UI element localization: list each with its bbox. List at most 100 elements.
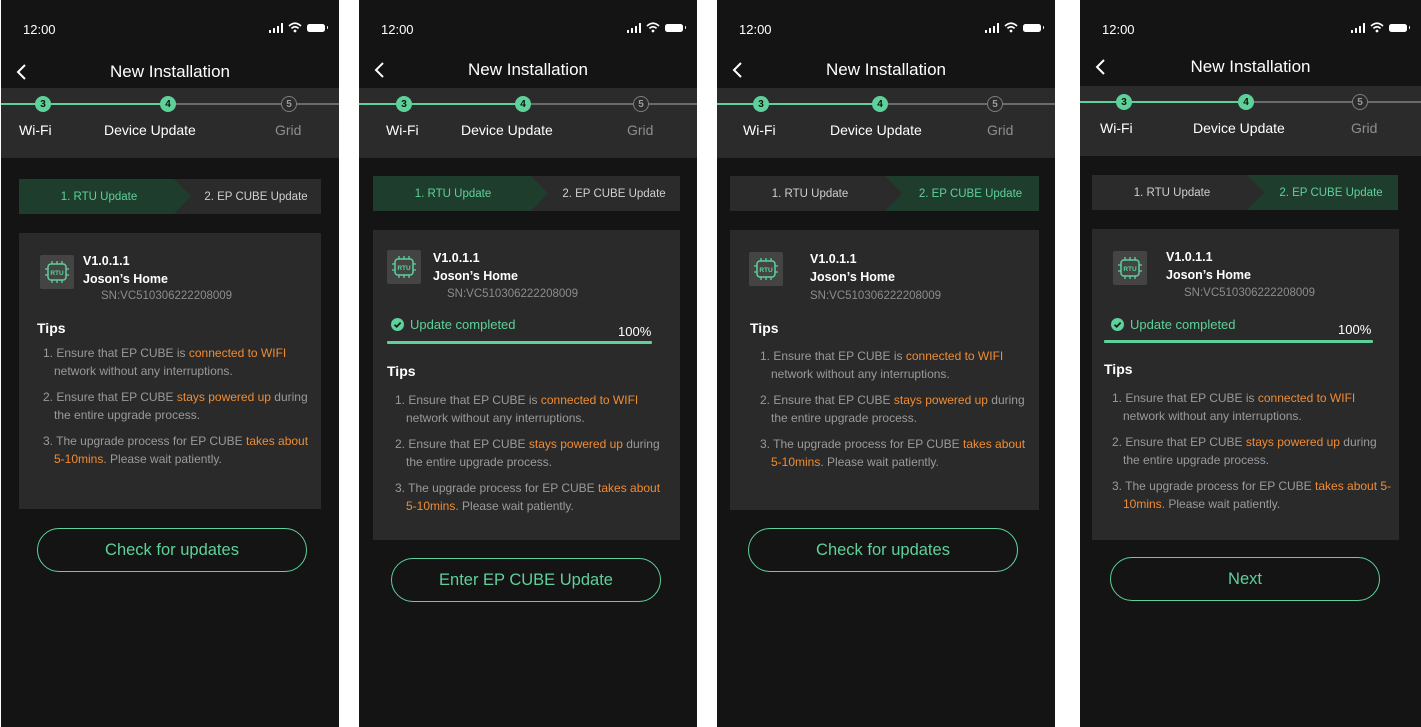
step-node-grid: 5 [1352,94,1368,110]
tip-item: 1. Ensure that EP CUBE is connected to W… [760,349,1004,381]
update-percent: 100% [618,324,652,339]
device-card: RTU V1.0.1.1 Joson’s Home SN:VC510306222… [373,230,680,540]
step-label-device-update: Device Update [830,122,922,138]
tip-item: 3. The upgrade process for EP CUBE takes… [395,481,661,513]
step-node-wifi: 3 [35,96,51,112]
battery-icon [1389,23,1410,32]
step-indicator: 3 4 5 Wi-Fi Device Update Grid [717,88,1055,158]
next-button[interactable]: Next [1110,557,1380,601]
step-node-wifi: 3 [753,96,769,112]
step-label-device-update: Device Update [1193,120,1285,136]
status-bar: 12:00 [717,0,1055,44]
substep-rtu-update[interactable]: 1. RTU Update [1092,175,1252,210]
step-line-done [359,103,529,105]
battery-icon [1023,23,1044,32]
nav-bar: New Installation [1,52,339,92]
screen-epcube-completed: 12:00 New Installation 3 4 5 Wi-Fi Devic… [1080,0,1421,727]
substep-rtu-update[interactable]: 1. RTU Update [730,176,890,211]
device-card: RTU V1.0.1.1 Joson’s Home SN:VC510306222… [730,230,1039,510]
step-node-device-update: 4 [1238,94,1254,110]
wifi-icon [1370,22,1384,33]
tip-item: 1. Ensure that EP CUBE is connected to W… [1112,391,1356,423]
substep-epcube-update[interactable]: 2. EP CUBE Update [191,179,321,214]
tips-heading: Tips [37,320,66,336]
page-title: New Installation [109,62,230,81]
substep-rtu-update[interactable]: 1. RTU Update [373,176,533,211]
step-indicator: 3 4 5 Wi-Fi Device Update Grid [359,88,697,158]
substep-tabs: 1. RTU Update 2. EP CUBE Update [373,176,680,211]
signal-icon [1350,22,1365,33]
tip-item: 3. The upgrade process for EP CUBE takes… [1112,479,1392,511]
tip-item: 1. Ensure that EP CUBE is connected to W… [395,393,639,425]
step-node-device-update: 4 [160,96,176,112]
step-line-pending [529,103,697,105]
update-status-text: Update completed [1130,317,1236,332]
status-bar: 12:00 [1080,0,1421,44]
nav-bar: New Installation [1080,47,1421,87]
wifi-icon [1004,22,1018,33]
tips-heading: Tips [750,320,779,336]
step-line-done [717,103,882,105]
substep-epcube-update[interactable]: 2. EP CUBE Update [548,176,680,211]
tip-item: 2. Ensure that EP CUBE stays powered up … [43,390,308,422]
system-icons [626,22,686,33]
status-bar: 12:00 [359,0,697,44]
rtu-icon-text: RTU [50,270,64,277]
update-progress-bar [387,341,652,344]
nav-bar: New Installation [717,50,1055,90]
step-node-device-update: 4 [872,96,888,112]
device-serial: SN:VC510306222208009 [447,288,579,300]
device-version: V1.0.1.1 [1166,250,1213,264]
step-line-done [1080,101,1250,103]
step-indicator: 3 4 5 Wi-Fi Device Update Grid [1,88,339,158]
check-updates-button[interactable]: Check for updates [748,528,1018,572]
device-serial: SN:VC510306222208009 [101,290,233,302]
tips-list: 1. Ensure that EP CUBE is connected to W… [37,345,312,477]
step-line-pending [1250,101,1421,103]
step-indicator: 3 4 5 Wi-Fi Device Update Grid [1080,86,1421,156]
screen-rtu-update: 12:00 New Installation 3 4 5 Wi-Fi Devic… [1,0,339,727]
page-title: New Installation [825,60,946,79]
device-home: Joson’s Home [1166,268,1251,282]
substep-tabs: 1. RTU Update 2. EP CUBE Update [19,179,321,214]
rtu-icon-text: RTU [397,265,411,272]
step-node-grid: 5 [987,96,1003,112]
step-line-pending [882,103,1055,105]
rtu-chip-icon: RTU [387,250,421,284]
substep-epcube-update[interactable]: 2. EP CUBE Update [902,176,1039,211]
step-label-grid: Grid [987,122,1014,138]
tip-item: 3. The upgrade process for EP CUBE takes… [760,437,1026,469]
page-title: New Installation [1190,57,1311,76]
check-updates-button[interactable]: Check for updates [37,528,307,572]
device-card: RTU V1.0.1.1 Joson’s Home SN:VC510306222… [19,233,321,509]
wifi-icon [646,22,660,33]
system-icons [268,22,328,33]
rtu-chip-icon: RTU [40,255,74,289]
nav-bar: New Installation [359,50,697,90]
enter-epcube-update-button[interactable]: Enter EP CUBE Update [391,558,661,602]
step-label-device-update: Device Update [104,122,196,138]
battery-icon [665,23,686,32]
check-circle-icon [1111,318,1124,331]
status-time: 12:00 [381,22,414,37]
tip-item: 2. Ensure that EP CUBE stays powered up … [1112,435,1377,467]
device-version: V1.0.1.1 [810,252,857,266]
substep-rtu-update[interactable]: 1. RTU Update [19,179,179,214]
system-icons [1350,22,1410,33]
step-label-wifi: Wi-Fi [19,122,52,138]
tip-item: 2. Ensure that EP CUBE stays powered up … [395,437,660,469]
rtu-chip-icon: RTU [749,252,783,286]
page-title: New Installation [467,60,588,79]
device-serial: SN:VC510306222208009 [810,290,942,302]
tips-list: 1. Ensure that EP CUBE is connected to W… [1106,390,1393,522]
substep-epcube-update[interactable]: 2. EP CUBE Update [1264,175,1398,210]
substep-tabs: 1. RTU Update 2. EP CUBE Update [1092,175,1398,210]
device-home: Joson’s Home [810,270,895,284]
update-status-text: Update completed [410,317,516,332]
step-label-grid: Grid [627,122,654,138]
step-node-wifi: 3 [396,96,412,112]
signal-icon [268,22,283,33]
device-home: Joson’s Home [83,272,168,286]
check-circle-icon [391,318,404,331]
status-time: 12:00 [1102,22,1135,37]
